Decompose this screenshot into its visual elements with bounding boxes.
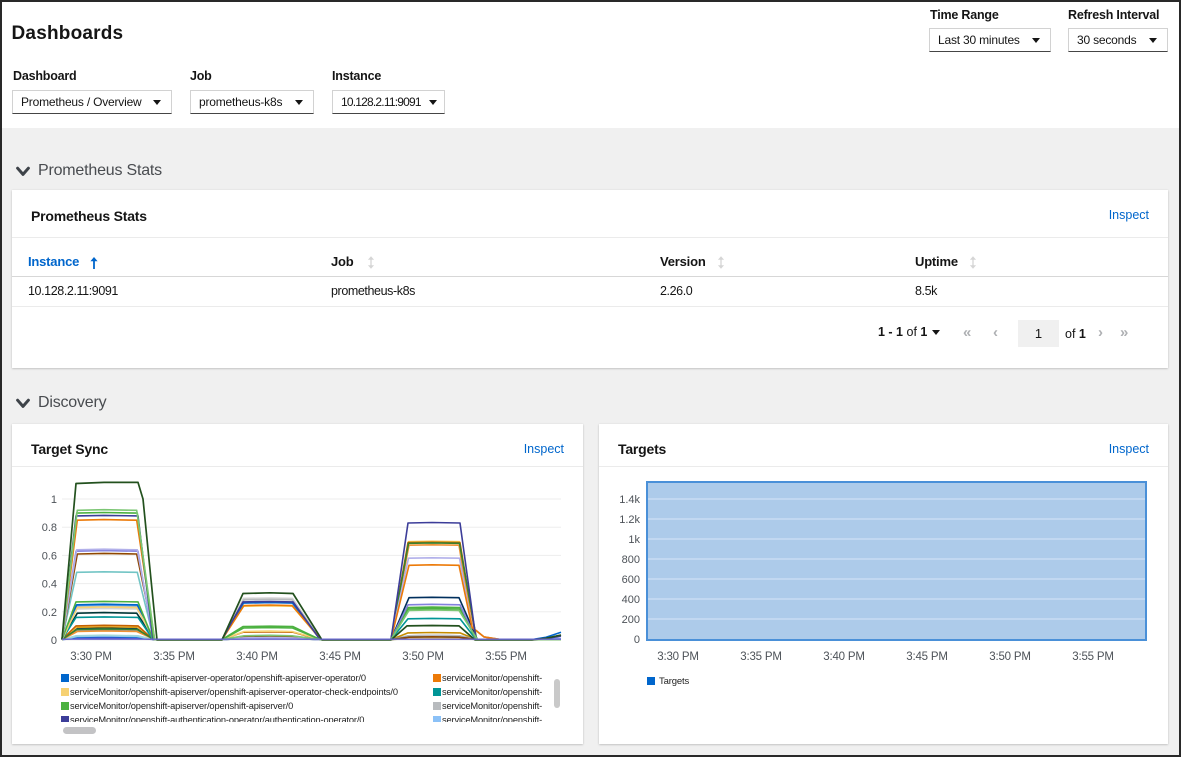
svg-text:3:35 PM: 3:35 PM [740, 651, 781, 663]
svg-text:0.6: 0.6 [42, 550, 57, 562]
svg-text:1k: 1k [628, 534, 640, 546]
svg-text:3:30 PM: 3:30 PM [70, 651, 111, 663]
svg-text:3:45 PM: 3:45 PM [319, 651, 360, 663]
svg-text:3:50 PM: 3:50 PM [989, 651, 1030, 663]
svg-text:1: 1 [51, 494, 57, 506]
svg-text:0: 0 [634, 634, 640, 646]
svg-text:1.4k: 1.4k [619, 494, 640, 506]
svg-text:3:55 PM: 3:55 PM [485, 651, 526, 663]
svg-text:1.2k: 1.2k [619, 514, 640, 526]
svg-text:800: 800 [622, 554, 640, 566]
svg-text:400: 400 [622, 594, 640, 606]
svg-text:3:40 PM: 3:40 PM [236, 651, 277, 663]
svg-text:3:30 PM: 3:30 PM [657, 651, 698, 663]
svg-text:0.2: 0.2 [42, 607, 57, 619]
svg-text:3:55 PM: 3:55 PM [1072, 651, 1113, 663]
svg-text:3:35 PM: 3:35 PM [153, 651, 194, 663]
svg-text:600: 600 [622, 574, 640, 586]
svg-text:3:45 PM: 3:45 PM [906, 651, 947, 663]
svg-text:0: 0 [51, 635, 57, 647]
svg-text:3:40 PM: 3:40 PM [823, 651, 864, 663]
svg-text:0.8: 0.8 [42, 522, 57, 534]
svg-text:200: 200 [622, 614, 640, 626]
svg-text:0.4: 0.4 [42, 579, 57, 591]
svg-text:3:50 PM: 3:50 PM [402, 651, 443, 663]
